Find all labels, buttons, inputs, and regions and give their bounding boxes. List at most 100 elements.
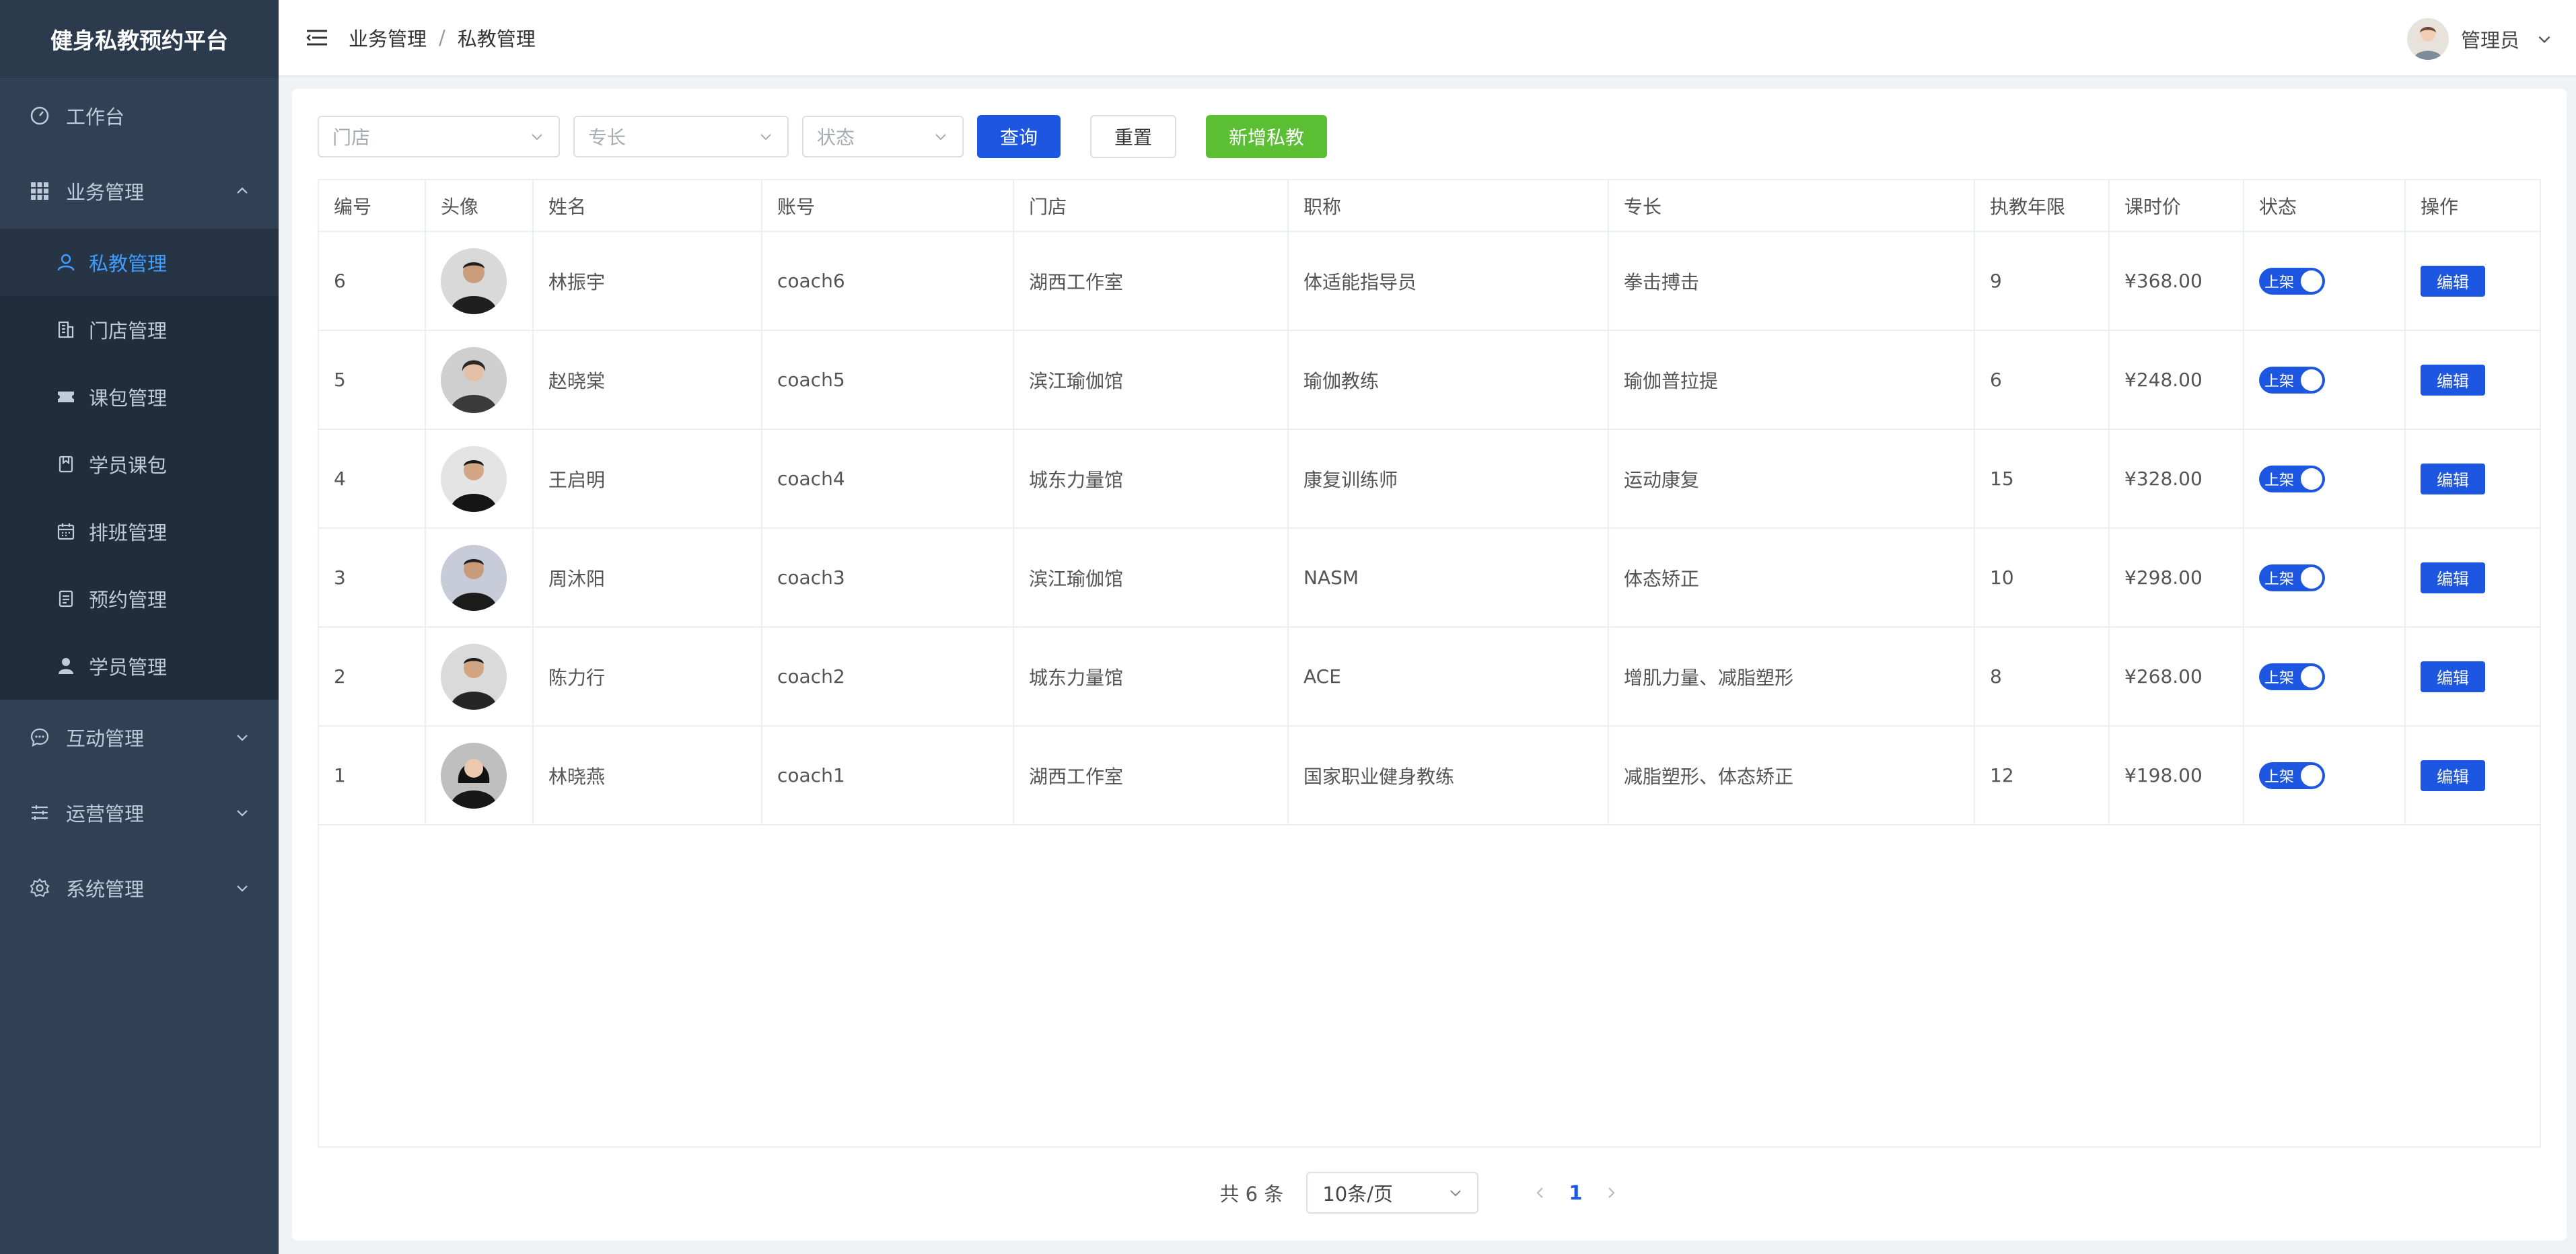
page-number[interactable]: 1 [1569, 1181, 1582, 1204]
cell-name: 王启明 [533, 429, 762, 529]
cell-status: 上架 [2244, 627, 2406, 727]
cell-name: 陈力行 [533, 627, 762, 727]
cell-title: NASM [1288, 528, 1609, 628]
table-header-row: 编号 头像 姓名 账号 门店 职称 专长 执教年限 课时价 状态 操作 [319, 180, 2540, 232]
breadcrumb-current: 私教管理 [457, 28, 536, 50]
status-toggle[interactable]: 上架 [2259, 465, 2325, 492]
sidebar-item-schedule[interactable]: 排班管理 [0, 498, 279, 565]
cell-avatar [425, 330, 534, 430]
sidebar-item-business[interactable]: 业务管理 [0, 153, 279, 229]
edit-button[interactable]: 编辑 [2421, 661, 2485, 692]
dashboard-icon [28, 104, 51, 127]
sidebar-item-label: 互动管理 [66, 727, 145, 750]
sidebar-item-member-package[interactable]: 学员课包 [0, 431, 279, 498]
toggle-knob [2301, 566, 2322, 589]
sidebar-item-booking[interactable]: 预约管理 [0, 565, 279, 632]
cell-avatar [425, 627, 534, 727]
cell-years: 6 [1974, 330, 2110, 430]
status-toggle-label: 上架 [2264, 274, 2295, 291]
chevron-down-icon [2538, 36, 2550, 44]
breadcrumb-item[interactable]: 业务管理 [349, 24, 427, 52]
query-button[interactable]: 查询 [977, 115, 1061, 158]
sidebar-item-store[interactable]: 门店管理 [0, 296, 279, 363]
cell-years: 10 [1974, 528, 2110, 628]
sidebar-item-label: 预约管理 [89, 589, 168, 612]
add-coach-button[interactable]: 新增私教 [1206, 115, 1328, 158]
coach-avatar [441, 346, 507, 413]
cell-years: 9 [1974, 231, 2110, 331]
cell-specialty: 瑜伽普拉提 [1608, 330, 1975, 430]
table-row: 5 赵晓棠 coach5 滨江瑜伽馆 瑜伽教练 瑜伽普拉提 6 ¥248.00 … [319, 330, 2540, 430]
chevron-down-icon [760, 134, 771, 141]
cell-status: 上架 [2244, 429, 2406, 529]
edit-button[interactable]: 编辑 [2421, 364, 2485, 396]
sliders-icon [28, 801, 51, 824]
chevron-down-icon [237, 885, 248, 892]
bookmark-icon [55, 453, 77, 475]
table-row: 1 林晓燕 coach1 湖西工作室 国家职业健身教练 减脂塑形、体态矫正 12… [319, 726, 2540, 825]
chevron-down-icon [1450, 1190, 1462, 1197]
reset-button[interactable]: 重置 [1090, 115, 1177, 158]
sidebar-item-label: 学员管理 [89, 656, 168, 679]
page-size-select[interactable]: 10条/页 [1306, 1172, 1479, 1214]
breadcrumb-separator: / [439, 26, 445, 49]
topbar: 业务管理 / 私教管理 管理员 [279, 0, 2576, 75]
sidebar-item-interaction[interactable]: 互动管理 [0, 700, 279, 775]
user-menu[interactable]: 管理员 [2406, 0, 2553, 78]
sidebar-item-member[interactable]: 学员管理 [0, 632, 279, 700]
cell-actions: 编辑 [2405, 330, 2540, 430]
column-header: 姓名 [533, 180, 762, 232]
document-icon [55, 588, 77, 610]
chat-icon [28, 726, 51, 749]
edit-button[interactable]: 编辑 [2421, 562, 2485, 593]
column-header: 编号 [319, 180, 426, 232]
status-toggle[interactable]: 上架 [2259, 366, 2325, 394]
cell-id: 5 [319, 330, 426, 430]
user-icon [55, 252, 77, 273]
status-select[interactable]: 状态 [802, 116, 964, 157]
edit-button[interactable]: 编辑 [2421, 265, 2485, 297]
cell-name: 林振宇 [533, 231, 762, 331]
sidebar-item-system[interactable]: 系统管理 [0, 850, 279, 926]
cell-name: 周沐阳 [533, 528, 762, 628]
status-toggle[interactable]: 上架 [2259, 564, 2325, 591]
coach-list-card: 门店 专长 状态 查询 重置 新增私教 编号 头像 姓名 账号 门店 职称 专长… [292, 89, 2567, 1241]
cell-specialty: 体态矫正 [1608, 528, 1975, 628]
sidebar-item-label: 运营管理 [66, 803, 145, 825]
table-row: 2 陈力行 coach2 城东力量馆 ACE 增肌力量、减脂塑形 8 ¥268.… [319, 627, 2540, 727]
cell-store: 城东力量馆 [1013, 429, 1289, 529]
column-header: 状态 [2244, 180, 2406, 232]
prev-page-icon[interactable] [1532, 1185, 1548, 1201]
status-toggle[interactable]: 上架 [2259, 267, 2325, 295]
column-header: 职称 [1288, 180, 1609, 232]
status-toggle[interactable]: 上架 [2259, 762, 2325, 789]
calendar-icon [55, 521, 77, 542]
cell-status: 上架 [2244, 330, 2406, 430]
status-toggle[interactable]: 上架 [2259, 663, 2325, 690]
cell-actions: 编辑 [2405, 627, 2540, 727]
sidebar-item-label: 学员课包 [89, 454, 168, 477]
sidebar-item-label: 排班管理 [89, 521, 168, 544]
column-header: 头像 [425, 180, 534, 232]
chevron-down-icon [237, 735, 248, 741]
cell-account: coach5 [762, 330, 1014, 430]
cell-account: coach6 [762, 231, 1014, 331]
cell-store: 城东力量馆 [1013, 627, 1289, 727]
column-header: 门店 [1013, 180, 1289, 232]
cell-id: 1 [319, 726, 426, 825]
store-select[interactable]: 门店 [318, 116, 560, 157]
edit-button[interactable]: 编辑 [2421, 760, 2485, 791]
cell-title: ACE [1288, 627, 1609, 727]
specialty-select[interactable]: 专长 [573, 116, 789, 157]
cell-actions: 编辑 [2405, 231, 2540, 331]
sidebar-item-dashboard[interactable]: 工作台 [0, 78, 279, 153]
edit-button[interactable]: 编辑 [2421, 463, 2485, 494]
menu-fold-icon[interactable] [306, 28, 328, 48]
cell-specialty: 增肌力量、减脂塑形 [1608, 627, 1975, 727]
sidebar-item-coach[interactable]: 私教管理 [0, 229, 279, 296]
cell-actions: 编辑 [2405, 726, 2540, 825]
next-page-icon[interactable] [1603, 1185, 1619, 1201]
cell-price: ¥268.00 [2109, 627, 2244, 727]
sidebar-item-operations[interactable]: 运营管理 [0, 775, 279, 850]
sidebar-item-package[interactable]: 课包管理 [0, 363, 279, 431]
